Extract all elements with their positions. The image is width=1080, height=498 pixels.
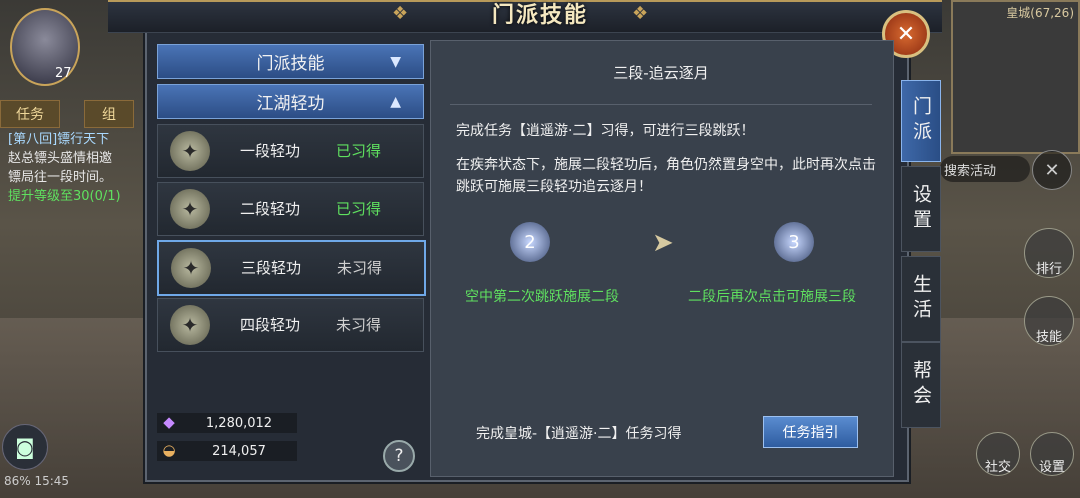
stage1-number: 2 xyxy=(524,231,536,253)
currency-b: ◒ 214,057 xyxy=(157,441,297,461)
tab-settings-label: 设置 xyxy=(910,184,932,234)
quest-desc-2: 镖局往一段时间。 xyxy=(8,170,113,185)
tab-life-label: 生活 xyxy=(910,274,932,324)
tab-settings[interactable]: 设置 xyxy=(901,166,941,252)
tab-sect[interactable]: 门派 xyxy=(901,80,941,162)
task-guide-button[interactable]: 任务指引 xyxy=(763,416,858,448)
currency-a-value: 1,280,012 xyxy=(205,415,273,431)
device-status: 86% 15:45 xyxy=(4,474,70,488)
camera-icon[interactable]: ◙ xyxy=(2,424,48,470)
menu-sect-skills-label: 门派技能 xyxy=(256,54,325,74)
currency-b-value: 214,057 xyxy=(212,443,266,459)
arrow-right-icon: ➤ xyxy=(652,228,674,258)
window-title: 门派技能 xyxy=(491,3,588,28)
tab-guild[interactable]: 帮会 xyxy=(901,342,941,428)
gem-icon: ◆ xyxy=(163,413,175,431)
skill-name: 三段轻功 xyxy=(241,259,302,277)
menu-lightness-skills[interactable]: 江湖轻功 ▲ xyxy=(157,84,424,119)
skill-acquire-text: 完成任务【逍遥游·二】习得，可进行三段跳跃！ xyxy=(456,123,755,139)
skill-status: 未习得 xyxy=(336,316,382,334)
settings-button[interactable]: 设置 xyxy=(1030,432,1074,476)
skill-item-4[interactable]: ✦ 四段轻功 未习得 xyxy=(157,298,424,352)
chevron-up-icon: ▲ xyxy=(390,93,401,110)
skill-detail-title: 三段-追云逐月 xyxy=(613,64,709,82)
quest-goal: 提升等级至30(0/1) xyxy=(8,189,121,204)
skill-status: 已习得 xyxy=(336,142,382,160)
tab-guild-label: 帮会 xyxy=(910,360,932,410)
skill-item-1[interactable]: ✦ 一段轻功 已习得 xyxy=(157,124,424,178)
question-icon: ? xyxy=(394,446,404,466)
minimap[interactable]: 皇城(67,26) xyxy=(951,0,1080,154)
tab-team[interactable]: 组 xyxy=(84,100,134,128)
skill-item-2[interactable]: ✦ 二段轻功 已习得 xyxy=(157,182,424,236)
ranking-button[interactable]: 排行 xyxy=(1024,228,1074,278)
currency-a: ◆ 1,280,012 xyxy=(157,413,297,433)
skill-name: 四段轻功 xyxy=(240,316,301,334)
skill-jump-icon: ✦ xyxy=(170,189,210,229)
skill-desc-text: 在疾奔状态下，施展二段轻功后，角色仍然置身空中，此时再次点击跳跃可施展三段轻功追… xyxy=(456,157,876,195)
acquire-condition-text: 完成皇城-【逍遥游·二】任务习得 xyxy=(476,426,682,442)
player-level: 27 xyxy=(55,66,72,81)
skill-detail-panel xyxy=(430,40,894,477)
tab-sect-label: 门派 xyxy=(910,96,932,146)
left-hud: 27 任务 组 [第八回]镖行天下 赵总镖头盛情相邀 镖局往一段时间。 提升等级… xyxy=(0,0,140,498)
help-button[interactable]: ? xyxy=(383,440,415,472)
stage2-number: 3 xyxy=(788,231,800,253)
search-activity-input[interactable]: 搜索活动 xyxy=(940,156,1030,182)
skill-jump-icon: ✦ xyxy=(171,248,211,288)
close-icon[interactable]: ✕ xyxy=(1032,150,1072,190)
quest-tracker[interactable]: [第八回]镖行天下 赵总镖头盛情相邀 镖局往一段时间。 提升等级至30(0/1) xyxy=(8,130,133,206)
social-button[interactable]: 社交 xyxy=(976,432,1020,476)
stage2-caption: 二段后再次点击可施展三段 xyxy=(688,289,856,305)
tab-task[interactable]: 任务 xyxy=(0,100,60,128)
skill-status: 已习得 xyxy=(336,200,382,218)
menu-sect-skills[interactable]: 门派技能 ▼ xyxy=(157,44,424,79)
divider xyxy=(450,104,872,105)
double-jump-icon: 2 xyxy=(510,222,550,262)
skill-status: 未习得 xyxy=(337,259,383,277)
chevron-down-icon: ▼ xyxy=(390,53,401,70)
quest-desc-1: 赵总镖头盛情相邀 xyxy=(8,151,113,166)
skill-jump-icon: ✦ xyxy=(170,305,210,345)
ingot-icon: ◒ xyxy=(162,441,176,459)
close-icon: ✕ xyxy=(896,21,916,47)
skill-name: 一段轻功 xyxy=(240,142,301,160)
skill-item-3[interactable]: ✦ 三段轻功 未习得 xyxy=(157,240,426,296)
skill-name: 二段轻功 xyxy=(240,200,301,218)
quest-title: [第八回]镖行天下 xyxy=(8,132,110,147)
skill-button[interactable]: 技能 xyxy=(1024,296,1074,346)
map-coordinates: 皇城(67,26) xyxy=(1006,6,1074,20)
triple-jump-icon: 3 xyxy=(774,222,814,262)
stage1-caption: 空中第二次跳跃施展二段 xyxy=(465,289,619,305)
menu-lightness-skills-label: 江湖轻功 xyxy=(256,94,325,114)
tab-life[interactable]: 生活 xyxy=(901,256,941,342)
skill-jump-icon: ✦ xyxy=(170,131,210,171)
